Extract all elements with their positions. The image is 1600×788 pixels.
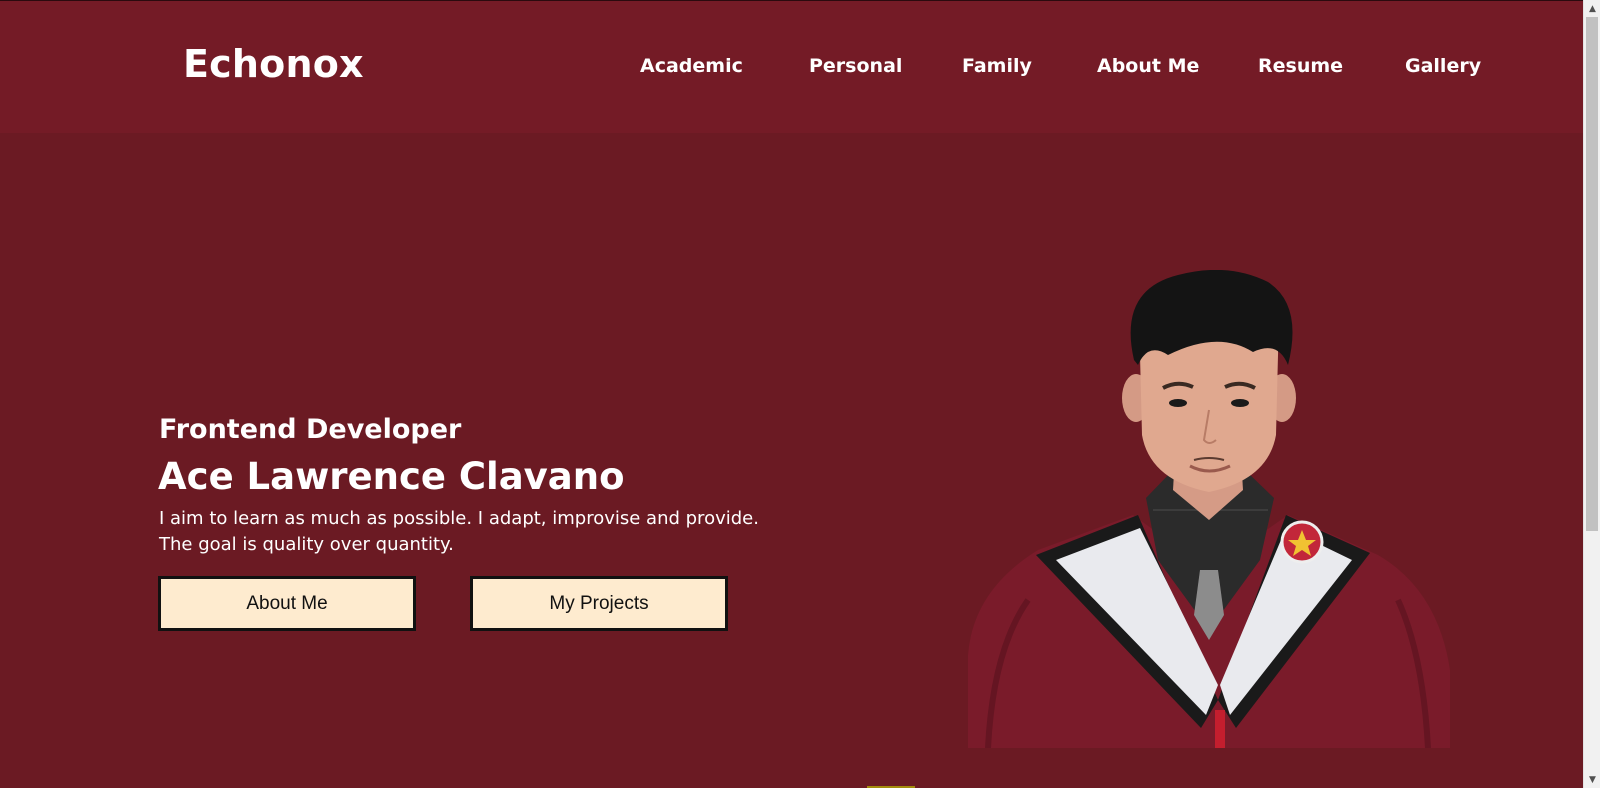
nav-link-about-me[interactable]: About Me: [1097, 55, 1199, 77]
scrollbar-thumb[interactable]: [1586, 17, 1598, 531]
hero-description-line-1: I aim to learn as much as possible. I ad…: [159, 508, 759, 529]
nav-link-personal[interactable]: Personal: [809, 55, 902, 77]
top-border: [0, 0, 1583, 1]
hero-subtitle: Frontend Developer: [159, 414, 462, 445]
nav-link-resume[interactable]: Resume: [1258, 55, 1343, 77]
about-me-button[interactable]: About Me: [158, 576, 416, 631]
nav-link-academic[interactable]: Academic: [640, 55, 743, 77]
nav-link-gallery[interactable]: Gallery: [1405, 55, 1481, 77]
hero-name: Ace Lawrence Clavano: [158, 455, 625, 498]
portrait-photo: [968, 270, 1450, 748]
brand-logo[interactable]: Echonox: [183, 42, 364, 86]
hero-description-line-2: The goal is quality over quantity.: [159, 534, 454, 555]
chevron-down-icon[interactable]: ▼: [1584, 771, 1600, 788]
navbar: Echonox Academic Personal Family About M…: [0, 0, 1583, 133]
my-projects-button[interactable]: My Projects: [470, 576, 728, 631]
hero-description: I aim to learn as much as possible. I ad…: [159, 506, 759, 558]
chevron-up-icon[interactable]: ▲: [1584, 0, 1600, 17]
vertical-scrollbar[interactable]: ▲ ▼: [1583, 0, 1600, 788]
nav-link-family[interactable]: Family: [962, 55, 1032, 77]
